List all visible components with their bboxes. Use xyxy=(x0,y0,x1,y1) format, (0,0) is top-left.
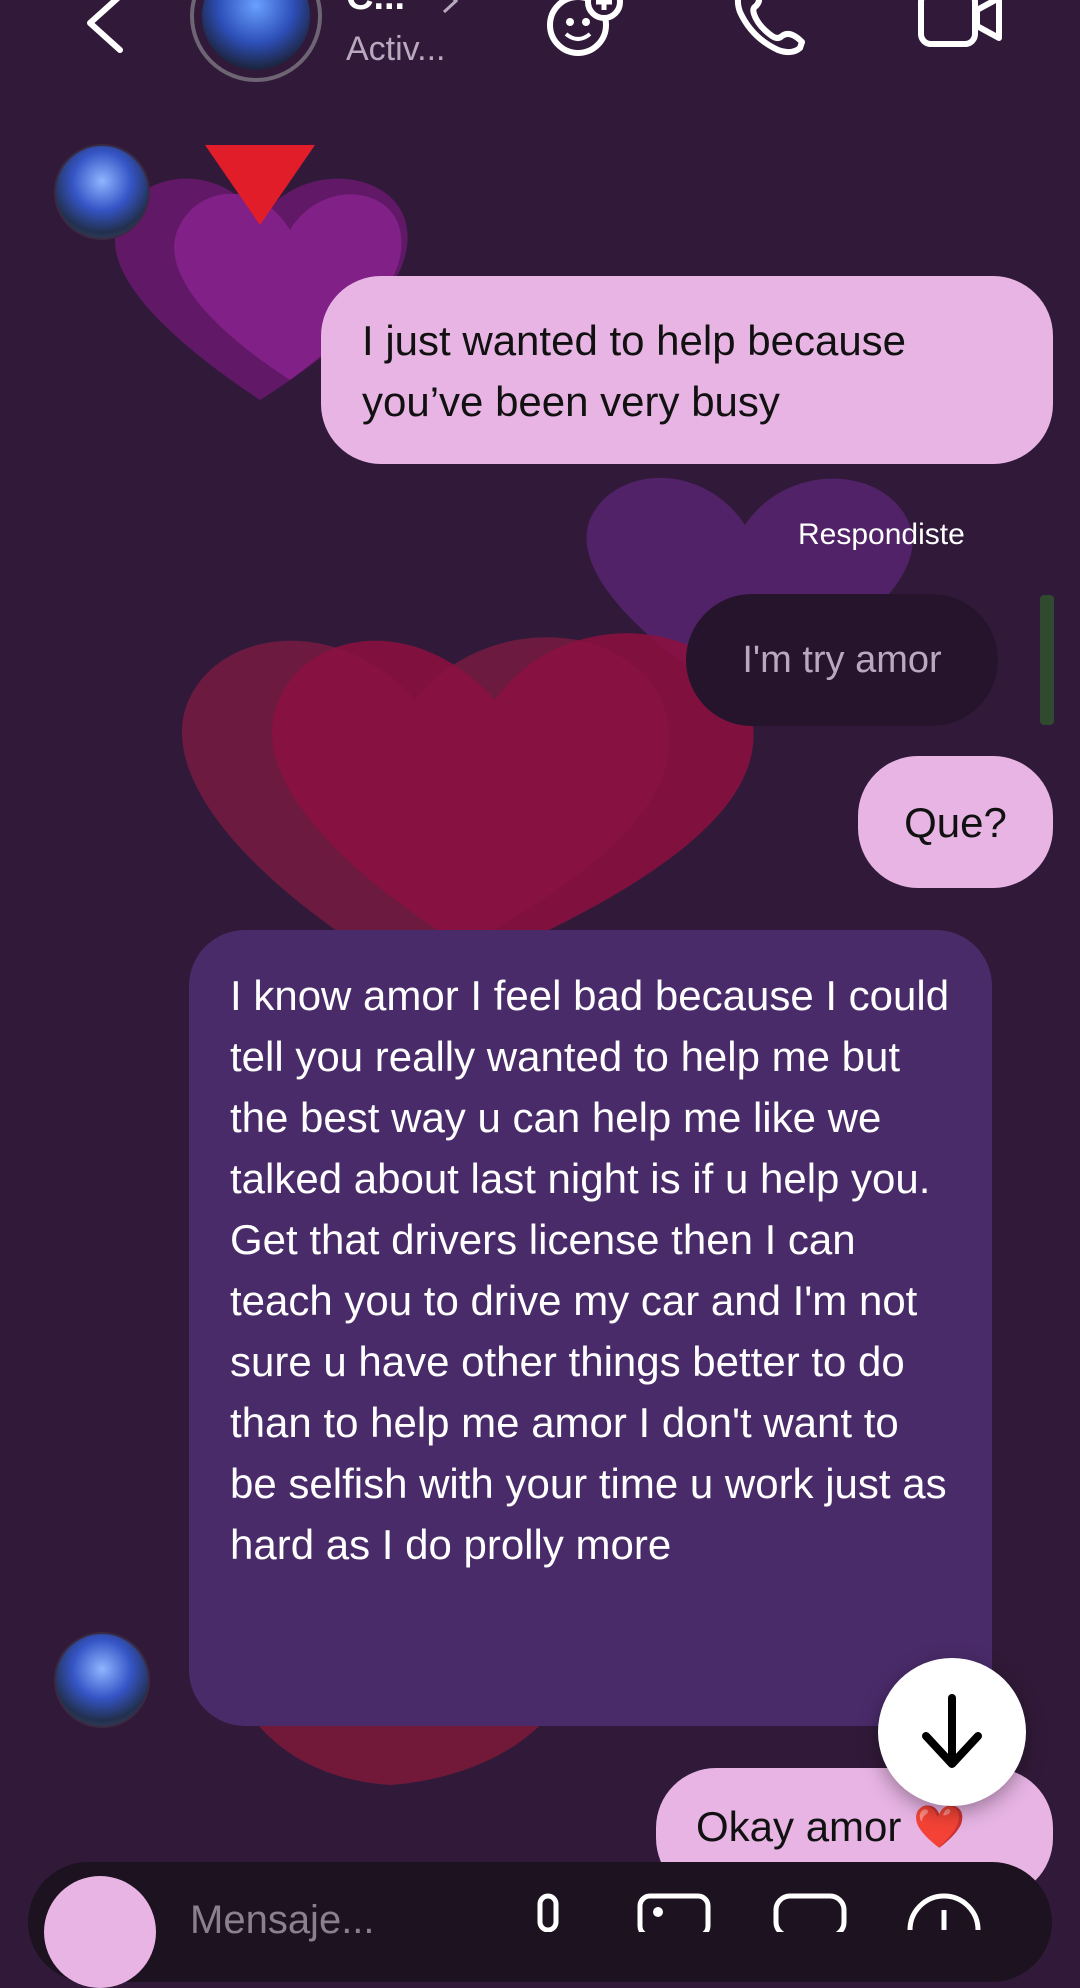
contact-status: Activ... xyxy=(346,30,446,68)
message-text: Okay amor ❤️ xyxy=(696,1803,966,1850)
contact-name[interactable]: C... xyxy=(346,0,405,19)
camera-button[interactable] xyxy=(44,1876,156,1988)
effects-icon[interactable] xyxy=(540,0,630,60)
reply-label: Respondiste xyxy=(798,518,965,551)
sticker-icon[interactable] xyxy=(772,1892,848,1932)
message-text: Que? xyxy=(904,798,1007,846)
heart-decoration-large xyxy=(181,633,754,975)
arrow-down-icon xyxy=(922,1694,982,1768)
message-incoming[interactable]: I know amor I feel bad because I could t… xyxy=(189,930,992,1726)
reply-quote-text: I'm try amor xyxy=(742,638,942,681)
contact-avatar-top[interactable] xyxy=(54,144,150,240)
add-icon[interactable] xyxy=(904,1890,984,1930)
gallery-icon[interactable] xyxy=(636,1892,712,1932)
reply-quote[interactable]: I'm try amor xyxy=(686,594,998,726)
reply-indicator-bar xyxy=(1040,595,1054,725)
message-text: I know amor I feel bad because I could t… xyxy=(230,972,950,1568)
contact-avatar-bottom[interactable] xyxy=(54,1632,150,1728)
scroll-to-bottom-button[interactable] xyxy=(878,1658,1026,1806)
message-text: I just wanted to help because you’ve bee… xyxy=(362,317,907,425)
heart-decoration-red-small xyxy=(205,145,315,225)
message-outgoing[interactable]: I just wanted to help because you’ve bee… xyxy=(321,276,1053,464)
message-outgoing[interactable]: Que? xyxy=(858,756,1053,888)
message-input[interactable]: Mensaje... xyxy=(190,1898,375,1943)
video-icon[interactable] xyxy=(915,0,1005,50)
chevron-right-icon[interactable] xyxy=(440,0,460,16)
phone-icon[interactable] xyxy=(730,0,810,60)
microphone-icon[interactable] xyxy=(528,1892,568,1932)
back-chevron-icon[interactable] xyxy=(80,0,130,58)
